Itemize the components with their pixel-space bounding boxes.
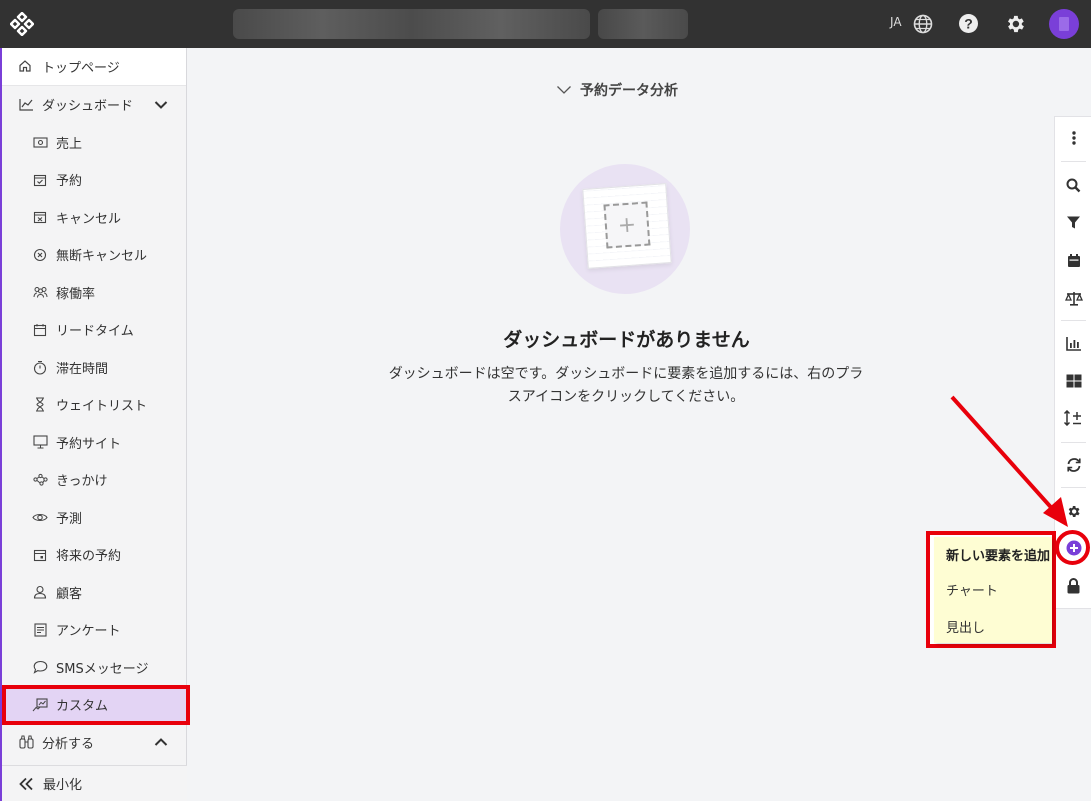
date-button[interactable]	[1055, 245, 1091, 275]
globe-icon[interactable]	[912, 13, 934, 35]
sidebar-group-dashboard[interactable]: ダッシュボード	[2, 86, 186, 124]
home-icon	[18, 59, 34, 75]
balance-scale-icon	[1064, 291, 1083, 306]
sidebar-item-label: 予約サイト	[56, 436, 122, 452]
calendar-icon	[1067, 253, 1080, 267]
sidebar-item-no-show[interactable]: 無断キャンセル	[2, 236, 186, 274]
search-bar-blurred[interactable]	[233, 9, 590, 39]
sidebar-item-cancel[interactable]: キャンセル	[2, 199, 186, 237]
bar-chart-icon	[1065, 336, 1081, 351]
share-icon	[32, 472, 48, 488]
annotation-arrow	[950, 395, 1068, 527]
sidebar-group-label: 分析する	[42, 736, 95, 752]
lock-button[interactable]	[1055, 571, 1091, 601]
user-avatar[interactable]	[1049, 9, 1079, 39]
svg-text:?: ?	[964, 16, 973, 32]
sidebar-item-label: 将来の予約	[56, 549, 122, 565]
app-logo-icon[interactable]	[10, 12, 34, 36]
calendar-check-icon	[32, 172, 48, 188]
sidebar-item-label: ウェイトリスト	[56, 399, 148, 415]
sidebar-item-sales[interactable]: 売上	[2, 124, 186, 162]
sidebar-item-waitlist[interactable]: ウェイトリスト	[2, 386, 186, 424]
sidebar-item-label: 予約	[56, 174, 83, 190]
lock-icon	[1067, 578, 1080, 594]
sidebar-item-label: 予測	[56, 511, 83, 527]
menu-item-chart[interactable]: チャート	[946, 580, 998, 599]
form-icon	[32, 622, 48, 638]
empty-card-illustration: +	[582, 183, 672, 269]
sidebar-item-label: 顧客	[56, 586, 83, 602]
person-icon	[32, 584, 48, 600]
sidebar-item-forecast[interactable]: 予測	[2, 499, 186, 537]
empty-state-description: ダッシュボードは空です。ダッシュボードに要素を追加するには、右のプラスアイコンを…	[388, 366, 864, 405]
settings-gear-icon[interactable]	[1004, 13, 1026, 35]
filter-icon	[1067, 216, 1080, 228]
sidebar-item-label: アンケート	[56, 624, 121, 640]
sidebar-item-label: トップページ	[42, 61, 120, 76]
calendar-x-icon	[32, 209, 48, 225]
sidebar-minimize-button[interactable]: 最小化	[2, 765, 187, 801]
sidebar-item-top-page[interactable]: トップページ	[2, 48, 186, 86]
sidebar-item-label: SMSメッセージ	[56, 661, 149, 677]
plus-placeholder-icon: +	[603, 201, 651, 249]
sidebar-item-booking-site[interactable]: 予約サイト	[2, 424, 186, 462]
sidebar-item-future-reservations[interactable]: 将来の予約	[2, 536, 186, 574]
add-element-menu: 新しい要素を追加 チャート 見出し	[926, 531, 1056, 648]
trend-chart-icon	[18, 97, 34, 113]
chevron-up-icon[interactable]	[154, 737, 168, 747]
sidebar-item-label: 無断キャンセル	[56, 249, 148, 265]
monitor-icon	[32, 434, 48, 450]
empty-state-title: ダッシュボードがありません	[503, 329, 750, 351]
filter-button[interactable]	[1055, 207, 1091, 237]
sidebar-item-customers[interactable]: 顧客	[2, 574, 186, 612]
sidebar-item-sms[interactable]: SMSメッセージ	[2, 649, 186, 687]
circle-x-icon	[32, 247, 48, 263]
hourglass-icon	[32, 397, 48, 413]
sidebar-group-analyze[interactable]: 分析する	[2, 724, 186, 762]
search-icon	[1066, 178, 1081, 192]
sidebar-item-survey[interactable]: アンケート	[2, 611, 186, 649]
calendar-future-icon	[32, 547, 48, 563]
menu-item-heading[interactable]: 見出し	[946, 617, 985, 636]
help-icon[interactable]: ?	[958, 13, 979, 34]
language-label[interactable]: JA	[890, 15, 902, 29]
people-icon	[32, 284, 48, 300]
money-icon	[32, 134, 48, 150]
sidebar-item-label: 売上	[56, 136, 83, 152]
grid-layout-icon	[1066, 374, 1081, 388]
sidebar-item-trigger[interactable]: きっかけ	[2, 461, 186, 499]
top-bar: JA ?	[0, 0, 1091, 48]
sidebar-item-occupancy[interactable]: 稼働率	[2, 274, 186, 312]
sidebar-item-label: きっかけ	[56, 474, 108, 490]
dashboard-title-text: 予約データ分析	[580, 83, 678, 99]
double-chevron-left-icon	[19, 777, 33, 790]
chart-button[interactable]	[1055, 328, 1091, 358]
sidebar-item-label: キャンセル	[56, 211, 122, 227]
kebab-menu-icon	[1071, 131, 1076, 145]
stopwatch-icon	[32, 359, 48, 375]
chevron-down-icon	[557, 86, 571, 94]
store-selector-blurred[interactable]	[598, 9, 688, 39]
more-options-button[interactable]	[1055, 123, 1091, 153]
custom-highlight-box	[2, 685, 190, 725]
add-element-menu-panel: 新しい要素を追加 チャート 見出し	[934, 537, 1052, 643]
minimize-label: 最小化	[43, 778, 83, 793]
dashboard-title[interactable]: 予約データ分析	[556, 80, 678, 100]
eye-icon	[32, 509, 48, 525]
sidebar-item-label: 滞在時間	[56, 361, 109, 377]
sidebar-group-label: ダッシュボード	[42, 99, 134, 115]
chevron-down-icon[interactable]	[154, 100, 168, 110]
compare-button[interactable]	[1055, 283, 1091, 313]
sidebar-item-reservations[interactable]: 予約	[2, 161, 186, 199]
sidebar-item-stay-time[interactable]: 滞在時間	[2, 349, 186, 387]
search-button[interactable]	[1055, 170, 1091, 200]
chat-icon	[32, 659, 48, 675]
menu-header: 新しい要素を追加	[946, 549, 1051, 564]
binoculars-icon	[18, 734, 34, 750]
sidebar-item-label: 稼働率	[56, 286, 96, 302]
